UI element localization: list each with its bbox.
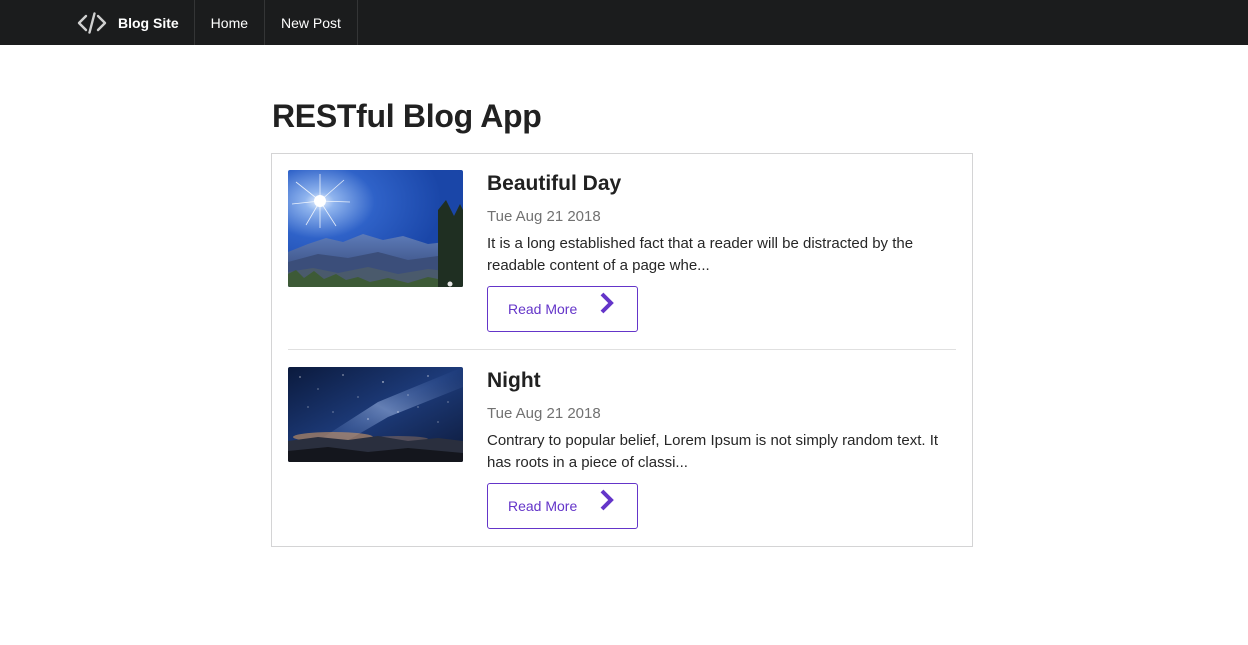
post-image-night-sky [288,367,463,462]
post-title[interactable]: Night [487,369,957,393]
nav-home-link[interactable]: Home [195,0,266,45]
code-icon [77,11,107,34]
top-navbar: Blog Site Home New Post [0,0,1248,45]
nav-home-label: Home [210,14,249,31]
post-item: Beautiful Day Tue Aug 21 2018 It is a lo… [288,170,956,350]
posts-list: Beautiful Day Tue Aug 21 2018 It is a lo… [271,153,973,547]
post-content: Beautiful Day Tue Aug 21 2018 It is a lo… [487,170,957,332]
post-excerpt: Contrary to popular belief, Lorem Ipsum … [487,432,939,471]
nav-new-post-label: New Post [281,14,341,31]
post-item: Night Tue Aug 21 2018 Contrary to popula… [288,367,956,532]
post-title[interactable]: Beautiful Day [487,172,957,196]
post-excerpt: It is a long established fact that a rea… [487,235,914,274]
brand-link[interactable]: Blog Site [65,0,195,45]
read-more-label: Read More [508,301,578,317]
post-content: Night Tue Aug 21 2018 Contrary to popula… [487,367,957,529]
post-date: Tue Aug 21 2018 [487,405,601,422]
read-more-button[interactable]: Read More [487,286,638,332]
read-more-button[interactable]: Read More [487,483,638,529]
nav-new-post-link[interactable]: New Post [265,0,358,45]
brand-label: Blog Site [118,14,179,31]
post-date: Tue Aug 21 2018 [487,208,601,225]
chevron-right-icon [600,292,614,314]
read-more-label: Read More [508,498,578,514]
chevron-right-icon [600,489,614,511]
page-title: RESTful Blog App [272,98,542,134]
post-image-sunny-mountains [288,170,463,287]
